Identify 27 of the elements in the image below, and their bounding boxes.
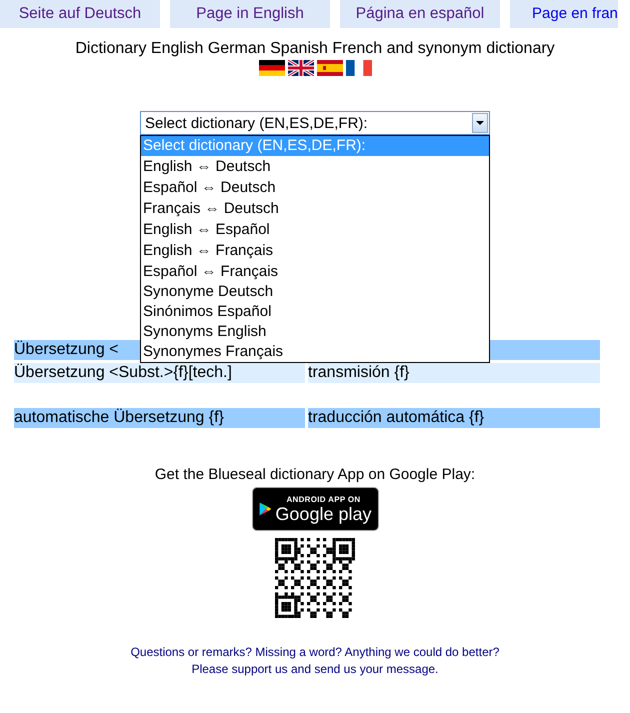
dropdown-option[interactable]: Español ⇔ Deutsch [141, 177, 489, 198]
german-flag-icon[interactable] [258, 60, 284, 76]
dropdown-option[interactable]: Synonyms English [141, 322, 489, 342]
table-cell: Übersetzung <Subst.>{f}[tech.] [14, 363, 305, 383]
app-promo-text: Get the Blueseal dictionary App on Google Play: [154, 466, 476, 483]
table-cell: traducción automática {f} [308, 408, 600, 428]
language-tab[interactable]: Page in English [170, 0, 330, 28]
dropdown-option[interactable]: Français ⇔ Deutsch [141, 198, 489, 219]
page-title: Dictionary English German Spanish French and synonym dictionary [75, 40, 555, 58]
google-play-badge[interactable]: ANDROID APP ON Google play [252, 487, 378, 531]
dropdown-option[interactable]: English ⇔ Español [141, 219, 489, 240]
spanish-flag-icon[interactable] [316, 60, 342, 76]
british-flag-icon[interactable] [288, 60, 314, 76]
dropdown-option[interactable]: Español ⇔ Français [141, 261, 489, 282]
dictionary-select[interactable]: Select dictionary (EN,ES,DE,FR): [140, 111, 490, 135]
feedback-text: Questions or remarks? Missing a word? Anything we could do better? [130, 644, 500, 661]
dropdown-option[interactable]: Synonyme Deutsch [141, 282, 489, 302]
french-flag-icon[interactable] [346, 60, 372, 76]
dropdown-option[interactable]: English ⇔ Deutsch [141, 156, 489, 177]
dropdown-option[interactable]: English ⇔ Français [141, 240, 489, 261]
table-cell: transmisión {f} [308, 363, 600, 383]
language-tab[interactable]: Seite auf Deutsch [0, 0, 160, 28]
language-tab[interactable]: Página en español [340, 0, 500, 28]
feedback-text: Please support us and send us your message. [192, 661, 438, 678]
dropdown-option[interactable]: Sinónimos Español [141, 302, 489, 322]
language-tab[interactable]: Page en fran [510, 0, 618, 28]
table-cell: automatische Übersetzung {f} [14, 408, 305, 428]
